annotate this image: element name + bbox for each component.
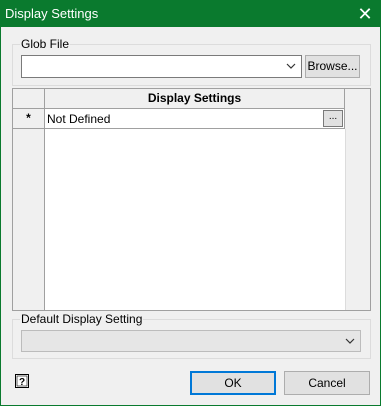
chevron-down-icon <box>286 63 296 69</box>
dialog-window: Display Settings ✕ Glob File Browse... D… <box>0 0 381 406</box>
grid-row-marker[interactable]: * <box>13 109 45 129</box>
grid-empty-area <box>45 129 346 310</box>
help-icon[interactable]: ? <box>15 374 29 388</box>
cancel-button[interactable]: Cancel <box>284 371 370 395</box>
close-icon[interactable]: ✕ <box>350 1 380 27</box>
grid-cell-value: Not Defined <box>47 112 111 126</box>
grid-row-header-area <box>13 129 45 310</box>
svg-text:?: ? <box>19 377 25 388</box>
glob-file-combo[interactable] <box>21 55 302 78</box>
window-title: Display Settings <box>5 6 99 21</box>
chevron-down-icon <box>345 338 355 344</box>
glob-file-label: Glob File <box>20 37 71 51</box>
default-display-combo[interactable] <box>21 330 361 352</box>
grid-cell-display-setting[interactable]: Not Defined ... <box>45 109 345 129</box>
display-settings-grid: Display Settings * Not Defined ... <box>12 88 371 311</box>
ok-button[interactable]: OK <box>190 371 276 395</box>
grid-column-header[interactable]: Display Settings <box>45 89 345 109</box>
grid-corner <box>13 89 45 109</box>
default-display-label: Default Display Setting <box>20 312 144 326</box>
title-bar[interactable]: Display Settings ✕ <box>1 1 380 27</box>
browse-button[interactable]: Browse... <box>305 55 360 78</box>
ellipsis-button[interactable]: ... <box>323 110 343 127</box>
